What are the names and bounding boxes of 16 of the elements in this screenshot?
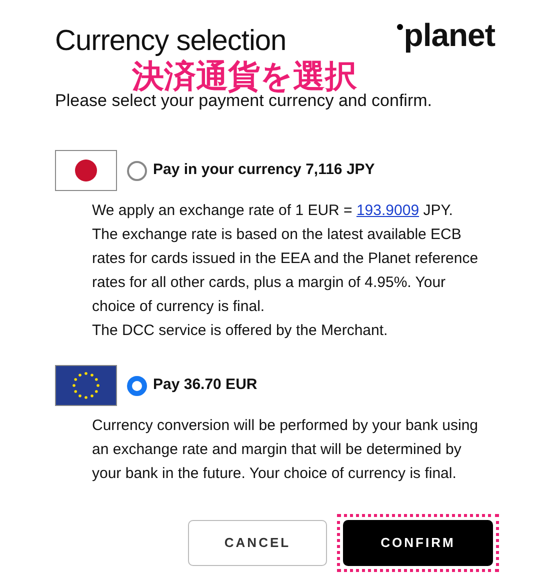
description-text: The exchange rate is based on the latest available ECB rates for cards issued in the EEA and the Planet reference rates for all other cards, plus a margin of 4.95%. Your choice of currency is final. [92,225,480,317]
option-label: Pay in your currency 7,116 JPY [153,160,375,180]
planet-logo: planet [396,18,495,52]
option-label: Pay 36.70 EUR [153,375,258,396]
exchange-rate-link[interactable]: 193.9009 [356,202,420,219]
radio-button[interactable] [127,376,147,396]
page-title: Currency selection [55,24,286,58]
description-text: The DCC service is offered by the Merchant. [92,321,389,341]
cancel-button[interactable]: CANCEL [188,520,327,566]
radio-button[interactable] [127,160,147,180]
eu-flag-icon [55,365,117,406]
description-text: We apply an exchange rate of 1 EUR = 193.9009 JPY. [92,201,454,221]
confirm-button[interactable]: CONFIRM [343,520,493,566]
description-text: Currency conversion will be performed by your bank using an exchange rate and margin that will be determined by your bank in the future. Your choice of currency is final. [92,416,480,484]
japan-flag-icon [55,150,117,191]
annotation-text: 決済通貨を選択 [132,58,357,94]
